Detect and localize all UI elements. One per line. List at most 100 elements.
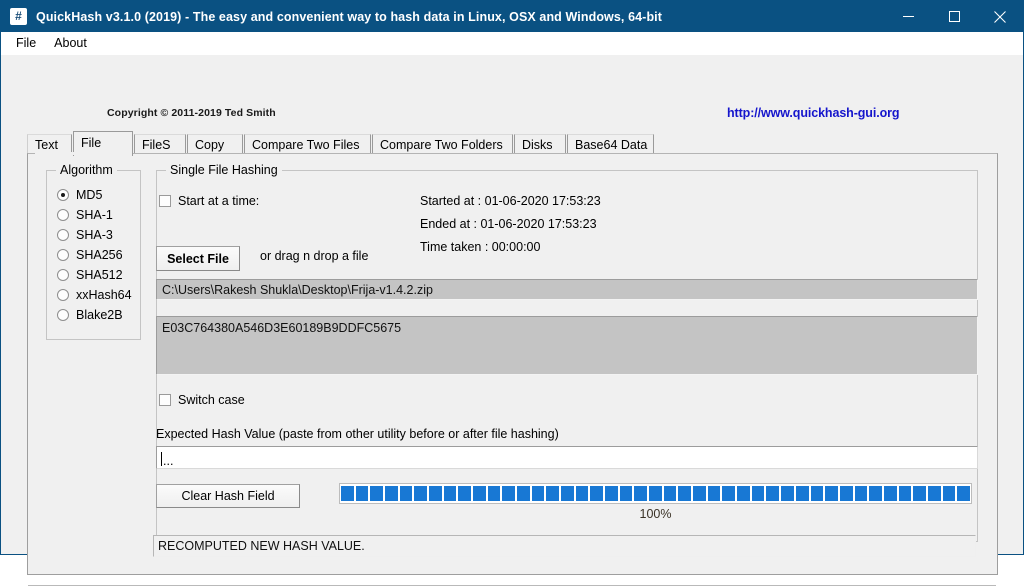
expected-hash-value: ... [163,454,174,468]
hash-progress-bar [339,483,972,504]
progress-segment [575,486,589,501]
radio-xxhash64[interactable]: xxHash64 [57,286,132,303]
progress-segment [590,486,604,501]
started-at-label: Started at : 01-06-2020 17:53:23 [420,194,601,208]
tab-strip: Text File FileS Copy Compare Two Files C… [27,131,999,156]
tab-copy[interactable]: Copy [187,134,243,154]
time-taken-label: Time taken : 00:00:00 [420,240,541,254]
clear-hash-field-button[interactable]: Clear Hash Field [156,484,300,508]
file-path-field[interactable]: C:\Users\Rakesh Shukla\Desktop\Frija-v1.… [156,279,978,300]
copyright-label: Copyright © 2011-2019 Ted Smith [107,107,276,119]
close-button[interactable] [977,1,1023,32]
checkbox-indicator-switch-case [159,394,171,406]
radio-indicator-sha-1 [57,208,69,221]
caption-button-group [885,1,1023,32]
radio-sha256[interactable]: SHA256 [57,246,123,263]
progress-segment [869,486,882,501]
progress-segment [781,486,794,501]
radio-indicator-blake2b [57,308,69,321]
menu-item-file[interactable]: File [7,33,45,53]
progress-segment [458,486,472,501]
menu-item-about[interactable]: About [45,33,96,53]
expected-hash-label: Expected Hash Value (paste from other ut… [156,427,559,441]
progress-segment [561,486,574,501]
menu-bar: File About [1,32,1023,55]
radio-sha512[interactable]: SHA512 [57,266,123,283]
radio-label-sha-1: SHA-1 [76,207,113,222]
progress-segment [678,486,692,501]
tab-disks[interactable]: Disks [514,134,566,154]
tab-compare-two-folders[interactable]: Compare Two Folders [372,134,513,154]
progress-segment [634,486,648,501]
tab-compare-two-files[interactable]: Compare Two Files [244,134,371,154]
select-file-button[interactable]: Select File [156,246,240,271]
progress-segment [429,486,442,501]
progress-segment [531,486,545,501]
drag-drop-hint: or drag n drop a file [260,249,369,263]
progress-segment [913,486,926,501]
radio-indicator-xxhash64 [57,288,69,301]
progress-segment [370,486,384,501]
hash-icon: # [10,8,27,25]
progress-segment [707,486,721,501]
progress-segment [957,486,970,501]
progress-segment [649,486,662,501]
checkbox-label-switch-case: Switch case [178,393,245,407]
minimize-button[interactable] [885,1,931,32]
status-message: RECOMPUTED NEW HASH VALUE. [153,535,976,557]
progress-segment [751,486,765,501]
app-window: # QuickHash v3.1.0 (2019) - The easy and… [0,0,1024,586]
tab-base64-data[interactable]: Base64 Data [567,134,654,154]
single-file-hashing-legend: Single File Hashing [166,163,282,177]
website-link[interactable]: http://www.quickhash-gui.org [727,106,900,120]
progress-segment [854,486,868,501]
progress-segment [355,486,369,501]
checkbox-indicator-start-at-a-time [159,195,171,207]
hash-output-field[interactable]: E03C764380A546D3E60189B9DDFC5675 [156,316,978,375]
radio-indicator-sha256 [57,248,69,261]
progress-segment [663,486,677,501]
ended-at-label: Ended at : 01-06-2020 17:53:23 [420,217,597,231]
radio-indicator-sha512 [57,268,69,281]
algorithm-group-legend: Algorithm [56,163,117,177]
progress-segment [443,486,457,501]
progress-segment [341,486,354,501]
progress-segment [385,486,398,501]
radio-label-md5: MD5 [76,187,103,202]
active-tab-joint [35,152,113,155]
progress-segment [399,486,413,501]
radio-blake2b[interactable]: Blake2B [57,306,123,323]
radio-label-blake2b: Blake2B [76,307,123,322]
checkbox-start-at-a-time[interactable]: Start at a time: [159,194,259,208]
progress-segment [883,486,897,501]
expected-hash-input[interactable]: ... [156,446,978,469]
client-area: Copyright © 2011-2019 Ted Smith http://w… [1,55,1023,586]
progress-segment [619,486,633,501]
tab-text[interactable]: Text [27,134,72,154]
radio-md5[interactable]: MD5 [57,186,102,203]
progress-segment [487,486,501,501]
text-caret [161,452,162,466]
progress-segment [473,486,486,501]
window-title: QuickHash v3.1.0 (2019) - The easy and c… [36,9,663,24]
radio-sha-1[interactable]: SHA-1 [57,206,113,223]
radio-label-sha256: SHA256 [76,247,123,262]
tab-files[interactable]: FileS [134,134,186,154]
algorithm-group: Algorithm MD5 SHA-1 SHA-3 SHA256 SHA512 [46,163,141,340]
radio-sha-3[interactable]: SHA-3 [57,226,113,243]
progress-segment [942,486,956,501]
progress-segment [546,486,560,501]
radio-label-sha512: SHA512 [76,267,123,282]
progress-segment [722,486,736,501]
radio-indicator-md5 [57,188,69,201]
progress-segment [414,486,428,501]
progress-segment [839,486,853,501]
progress-segment [737,486,750,501]
progress-segment [825,486,838,501]
checkbox-switch-case[interactable]: Switch case [159,393,245,407]
progress-segment [927,486,941,501]
maximize-button[interactable] [931,1,977,32]
progress-segment [517,486,530,501]
progress-segment [693,486,706,501]
title-bar: # QuickHash v3.1.0 (2019) - The easy and… [1,1,1023,32]
